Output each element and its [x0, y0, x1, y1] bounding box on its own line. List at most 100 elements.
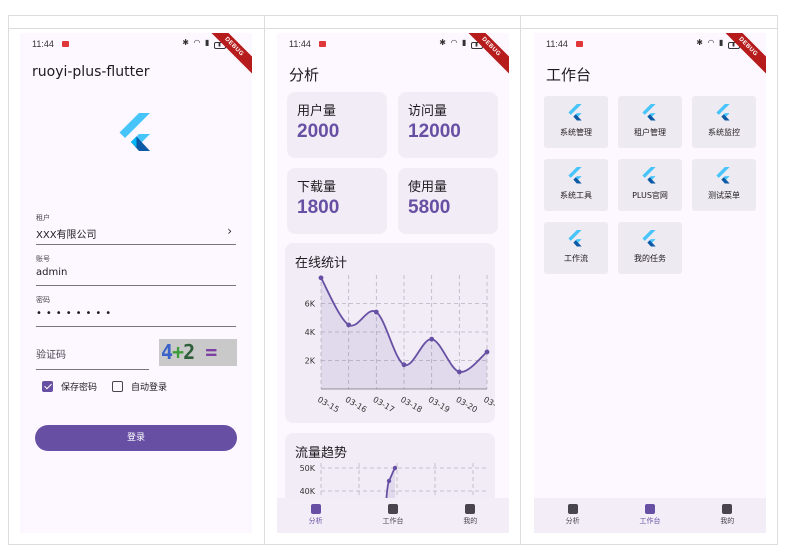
captcha-input[interactable]: 验证码: [36, 346, 149, 370]
captcha-char-2: +: [172, 340, 184, 364]
nav-analysis[interactable]: 分析: [534, 498, 611, 533]
chart-icon: [567, 504, 578, 514]
captcha-image[interactable]: 4+2 =: [159, 339, 237, 366]
login-button[interactable]: 登录: [35, 425, 237, 451]
online-stats-chart: 2K 4K 6K 03-15 03-16 03-17 03-18 03-19 03-20 03-2…: [305, 275, 495, 414]
divider-2: [520, 15, 521, 545]
login-screen: 11:44 ✱ ◠ ▮ ▮ DEBUG ruoyi-plus-flutter 租…: [20, 33, 252, 533]
flutter-icon: [568, 104, 582, 121]
data-point: [484, 349, 490, 355]
divider-top: [8, 28, 778, 29]
checkbox-unchecked-icon: [112, 381, 123, 392]
nav-label: 工作台: [639, 517, 661, 525]
stat-value: 12000: [408, 121, 461, 142]
nav-profile[interactable]: 我的: [432, 498, 509, 533]
tile-plus-website[interactable]: PLUS官网: [618, 159, 682, 211]
y-tick-label: 6K: [305, 300, 316, 309]
document-icon: [644, 504, 655, 514]
y-tick-label: 2K: [305, 357, 316, 366]
tile-system-monitor[interactable]: 系统监控: [692, 96, 756, 148]
stat-label: 使用量: [408, 180, 448, 195]
flutter-icon: [716, 167, 730, 184]
password-value: ••••••••: [36, 308, 236, 327]
stat-card-usage: 使用量 5800: [398, 168, 498, 234]
x-tick-label: 03-20: [454, 395, 479, 414]
tile-system-tools[interactable]: 系统工具: [544, 159, 608, 211]
tile-label: 工作流: [564, 254, 588, 263]
flutter-icon: [716, 104, 730, 121]
record-icon: [62, 41, 69, 47]
stat-card-visits: 访问量 12000: [398, 92, 498, 158]
page-title: 分析: [289, 66, 320, 84]
stat-value: 2000: [297, 121, 340, 142]
tile-label: 我的任务: [634, 254, 666, 263]
nav-label: 工作台: [382, 517, 404, 525]
y-tick-label: 50K: [300, 464, 316, 473]
record-icon: [319, 41, 326, 47]
x-tick-label: 03-19: [427, 395, 452, 414]
tile-system-management[interactable]: 系统管理: [544, 96, 608, 148]
remember-password-checkbox[interactable]: 保存密码: [42, 380, 97, 393]
stat-value: 1800: [297, 197, 340, 218]
auto-login-label: 自动登录: [131, 383, 168, 393]
nav-label: 我的: [463, 517, 478, 525]
x-tick-label: 03-15: [316, 395, 341, 414]
x-tick-label: 03-18: [399, 395, 424, 414]
status-time: 11:44: [289, 39, 311, 49]
flutter-icon: [568, 230, 582, 247]
account-field[interactable]: 账号 admin: [36, 254, 236, 286]
account-value: admin: [36, 267, 236, 286]
tile-label: PLUS官网: [632, 191, 668, 200]
password-field[interactable]: 密码 ••••••••: [36, 295, 236, 327]
captcha-char-4: =: [205, 340, 217, 364]
nav-analysis[interactable]: 分析: [277, 498, 354, 533]
stat-label: 访问量: [408, 104, 448, 119]
tile-my-tasks[interactable]: 我的任务: [618, 222, 682, 274]
tenant-select[interactable]: 租户 XXX有限公司 ›: [36, 213, 236, 245]
captcha-char-1: 4: [161, 340, 173, 364]
data-point: [346, 322, 352, 328]
person-icon: [722, 504, 733, 514]
nav-label: 分析: [565, 517, 580, 525]
stat-card-users: 用户量 2000: [287, 92, 387, 158]
workbench-screen: 11:44 ✱ ◠ ▮ ▮ DEBUG 工作台 系统管理 租户管理 系统监控 系统工具…: [534, 33, 766, 533]
status-time: 11:44: [32, 39, 54, 49]
tenant-label: 租户: [36, 214, 50, 222]
bottom-nav: 分析 工作台 我的: [534, 498, 766, 533]
data-point: [392, 465, 398, 471]
chart-icon: [310, 504, 321, 514]
stat-value: 5800: [408, 197, 451, 218]
nav-workbench[interactable]: 工作台: [354, 498, 431, 533]
tile-test-menu[interactable]: 测试菜单: [692, 159, 756, 211]
data-point: [373, 309, 379, 315]
x-tick-label: 03-21: [482, 395, 495, 414]
flutter-logo-icon: [119, 113, 150, 151]
data-point: [429, 336, 435, 342]
tile-label: 系统监控: [708, 128, 740, 137]
x-tick-label: 03-17: [371, 395, 396, 414]
stat-label: 下载量: [297, 180, 337, 195]
data-point: [318, 275, 324, 281]
nav-profile[interactable]: 我的: [689, 498, 766, 533]
status-time: 11:44: [546, 39, 568, 49]
person-icon: [465, 504, 476, 514]
data-point: [401, 362, 407, 368]
auto-login-checkbox[interactable]: 自动登录: [112, 380, 167, 393]
nav-workbench[interactable]: 工作台: [611, 498, 688, 533]
tile-workflow[interactable]: 工作流: [544, 222, 608, 274]
tile-label: 系统工具: [560, 191, 592, 200]
flutter-icon: [642, 230, 656, 247]
x-tick-label: 03-16: [344, 395, 369, 414]
online-stats-card: 在线统计 2K 4K 6K 03-15 03-16 03-17 03-18 03-19 03-2…: [285, 243, 495, 423]
nav-label: 分析: [308, 517, 323, 525]
nav-label: 我的: [720, 517, 735, 525]
bottom-nav: 分析 工作台 我的: [277, 498, 509, 533]
remember-password-label: 保存密码: [61, 383, 98, 393]
flutter-icon: [642, 104, 656, 121]
data-point: [386, 478, 392, 484]
chevron-right-icon: ›: [227, 224, 232, 238]
tile-label: 系统管理: [560, 128, 592, 137]
tile-tenant-management[interactable]: 租户管理: [618, 96, 682, 148]
app-title: ruoyi-plus-flutter: [32, 64, 150, 80]
record-icon: [576, 41, 583, 47]
